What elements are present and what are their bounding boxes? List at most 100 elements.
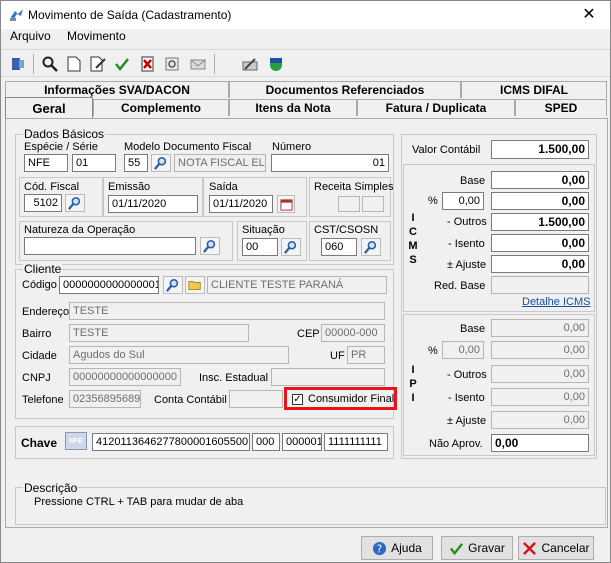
modelo-input[interactable]: 55 [124, 154, 148, 172]
new-document-icon[interactable] [63, 53, 85, 75]
natureza-search-icon[interactable] [200, 237, 220, 255]
toolbar [1, 49, 610, 77]
consumidor-label: Consumidor Final [308, 393, 395, 405]
svg-text:?: ? [377, 543, 382, 555]
tab-sped[interactable]: SPED [515, 99, 607, 116]
chave-part4-field[interactable]: 1111111111 [324, 433, 388, 451]
emissao-input[interactable]: 01/11/2020 [108, 195, 198, 213]
ipi-outros-label: - Outros [447, 369, 487, 381]
conta-contabil-label: Conta Contábil [154, 394, 227, 406]
cst-search-icon[interactable] [361, 238, 381, 256]
descricao-text: Pressione CTRL + TAB para mudar de aba [34, 496, 244, 508]
cep-field: 00000-000 [321, 324, 385, 342]
cliente-search-icon[interactable] [163, 276, 183, 294]
especie-input[interactable]: NFE [24, 154, 68, 172]
icms-base-label: Base [460, 175, 486, 187]
cnpj-label: CNPJ [22, 372, 51, 384]
natureza-input[interactable] [24, 237, 196, 255]
icms-isento-field[interactable]: 0,00 [491, 234, 589, 252]
situacao-search-icon[interactable] [281, 238, 301, 256]
cnpj-field: 00000000000000000 [69, 368, 181, 386]
telefone-field: 02356895689 [69, 390, 141, 408]
icms-isento-label: - Isento [448, 238, 485, 250]
detalhe-icms-link[interactable]: Detalhe ICMS [522, 296, 590, 308]
nfe-badge-icon[interactable]: NFE [65, 432, 87, 450]
close-icon[interactable]: ✕ [571, 3, 607, 27]
cod-fiscal-label: Cód. Fiscal [24, 181, 80, 193]
tab-geral[interactable]: Geral [5, 97, 93, 119]
conta-contabil-field [229, 390, 283, 408]
natureza-label: Natureza da Operação [24, 224, 136, 236]
ipi-isento-field: 0,00 [491, 388, 589, 406]
cancelar-button[interactable]: Cancelar [518, 536, 594, 560]
tab-fatura-duplicata[interactable]: Fatura / Duplicata [357, 99, 515, 116]
icms-vertical-label: ICMS [408, 212, 418, 266]
cod-fiscal-input[interactable]: 5102 [24, 194, 62, 212]
calendar-icon[interactable] [277, 195, 295, 213]
search-icon[interactable] [39, 53, 61, 75]
gravar-button[interactable]: Gravar [441, 536, 513, 560]
icms-outros-field[interactable]: 1.500,00 [491, 213, 589, 231]
cancelar-label: Cancelar [541, 541, 590, 555]
situacao-input[interactable]: 00 [242, 238, 278, 256]
title-bar: Movimento de Saída (Cadastramento) ✕ [1, 1, 610, 29]
confirm-check-icon[interactable] [111, 53, 133, 75]
exit-icon[interactable] [7, 53, 29, 75]
modelo-desc-field: NOTA FISCAL EL [174, 154, 266, 172]
chave-key-field[interactable]: 41201136462778000016055001 [92, 433, 250, 451]
edit-document-icon[interactable] [87, 53, 109, 75]
chave-part2-field[interactable]: 000 [252, 433, 280, 451]
cliente-title: Cliente [23, 262, 63, 276]
sped-tools-icon[interactable] [239, 53, 261, 75]
icms-pct-value-field[interactable]: 0,00 [491, 192, 589, 210]
mail-icon[interactable] [187, 53, 209, 75]
bairro-field: TESTE [69, 324, 249, 342]
cep-label: CEP [297, 328, 320, 340]
folder-icon[interactable] [185, 276, 205, 294]
help-icon: ? [373, 541, 387, 555]
icms-pct-label: % [428, 195, 438, 207]
codigo-input[interactable]: 0000000000000001 [59, 276, 159, 294]
check-icon [450, 542, 464, 555]
serie-input[interactable]: 01 [72, 154, 116, 172]
menu-arquivo[interactable]: Arquivo [10, 29, 51, 43]
nao-aprov-field[interactable]: 0,00 [491, 434, 589, 452]
icms-base-field[interactable]: 0,00 [491, 171, 589, 189]
window-title: Movimento de Saída (Cadastramento) [28, 8, 232, 22]
tab-info-sva[interactable]: Informações SVA/DACON [5, 81, 229, 98]
refresh-icon[interactable] [161, 53, 183, 75]
icms-ajuste-field[interactable]: 0,00 [491, 255, 589, 273]
nfe-globe-icon[interactable] [265, 53, 287, 75]
icms-outros-label: - Outros [447, 216, 487, 228]
cod-fiscal-search-icon[interactable] [65, 194, 85, 212]
tab-icms-difal[interactable]: ICMS DIFAL [461, 81, 607, 98]
valor-contabil-field[interactable]: 1.500,00 [491, 140, 589, 159]
cliente-nome-field: CLIENTE TESTE PARANÁ [207, 276, 387, 294]
cst-input[interactable]: 060 [321, 238, 357, 256]
menu-bar: Arquivo Movimento [1, 29, 610, 47]
icms-pct-field[interactable]: 0,00 [442, 192, 484, 210]
delete-document-icon[interactable] [137, 53, 159, 75]
consumidor-checkbox[interactable]: ✓ [292, 394, 303, 405]
icms-ajuste-label: ± Ajuste [447, 259, 487, 271]
numero-label: Número [272, 141, 312, 153]
menu-movimento[interactable]: Movimento [67, 29, 126, 43]
ipi-base-label: Base [460, 323, 486, 335]
nao-aprov-label: Não Aprov. [429, 438, 483, 450]
chave-part3-field[interactable]: 000001 [282, 433, 322, 451]
modelo-search-icon[interactable] [151, 154, 171, 172]
icms-red-base-label: Red. Base [434, 280, 486, 292]
tab-documentos-referenciados[interactable]: Documentos Referenciados [229, 81, 461, 98]
receita-label: Receita Simples [314, 181, 394, 193]
ipi-outros-field: 0,00 [491, 365, 589, 383]
uf-label: UF [330, 350, 345, 362]
saida-input[interactable]: 01/11/2020 [209, 195, 273, 213]
modelo-label: Modelo Documento Fiscal [124, 141, 252, 153]
tab-itens-da-nota[interactable]: Itens da Nota [229, 99, 357, 116]
chave-label: Chave [21, 436, 58, 450]
ipi-pct-label: % [428, 345, 438, 357]
tab-complemento[interactable]: Complemento [93, 99, 229, 116]
main-window: Movimento de Saída (Cadastramento) ✕ Arq… [0, 0, 611, 563]
ajuda-button[interactable]: ? Ajuda [361, 536, 433, 560]
numero-input[interactable]: 01 [271, 154, 389, 172]
